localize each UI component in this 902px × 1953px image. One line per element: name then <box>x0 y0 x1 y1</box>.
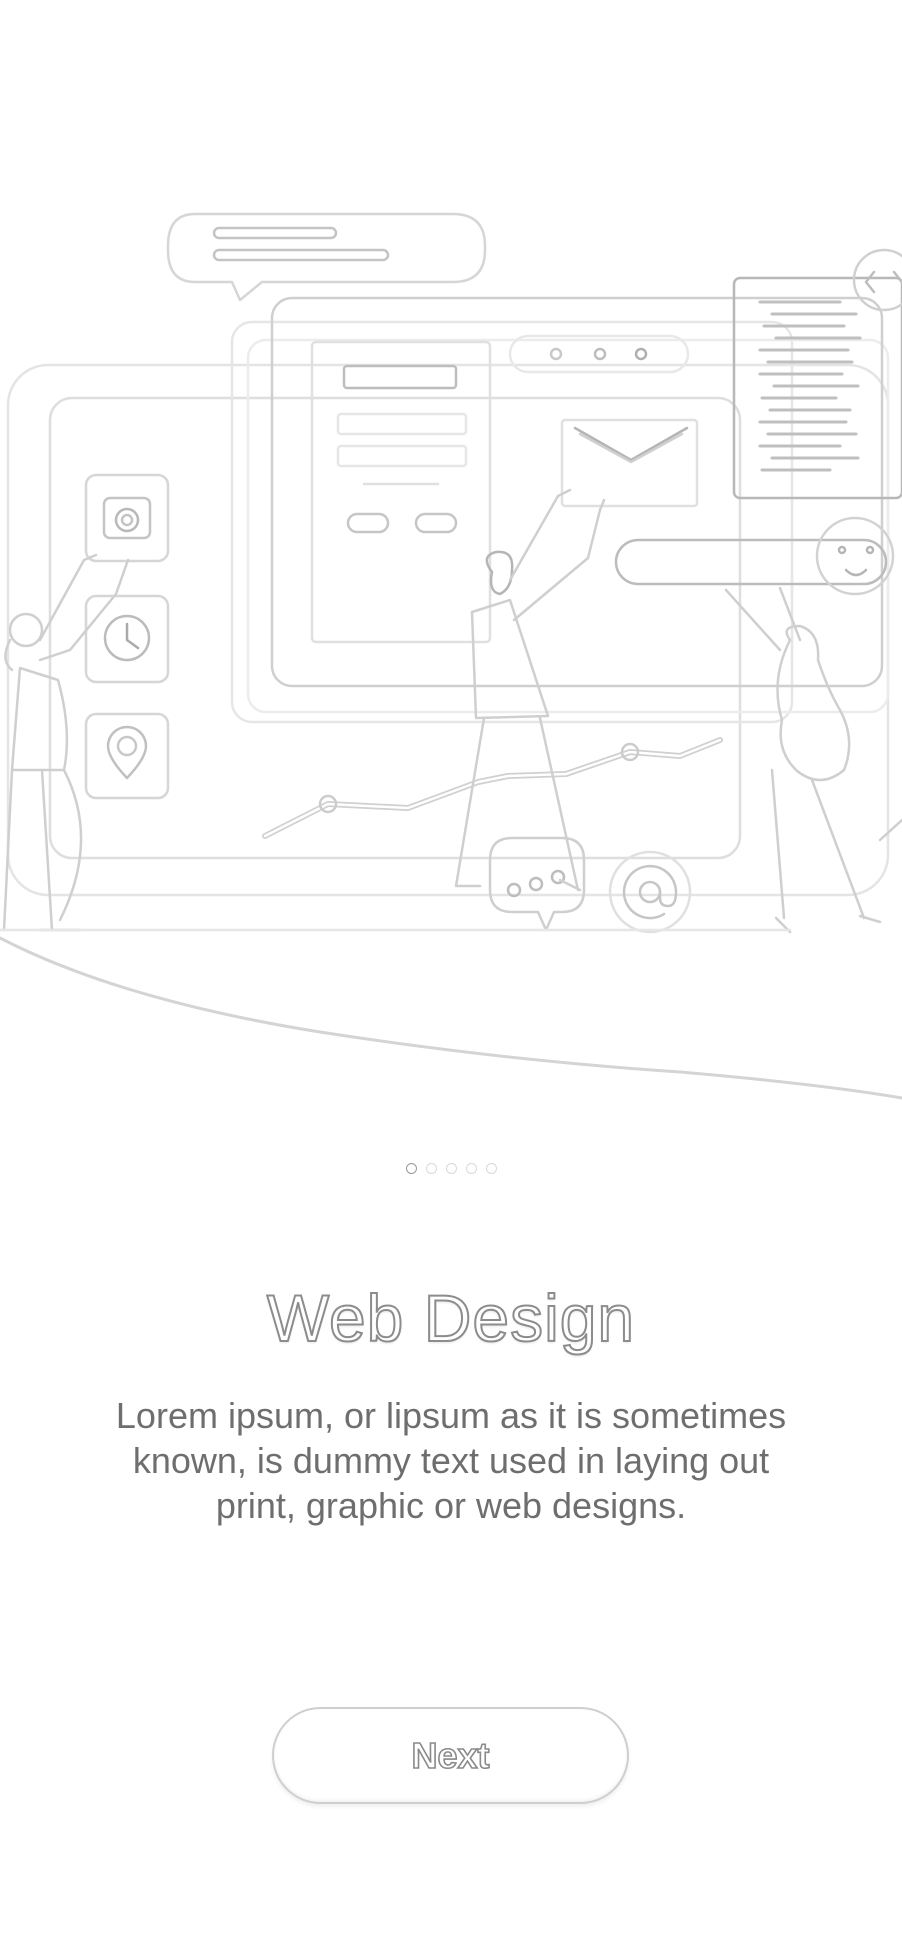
description-text: Lorem ipsum, or lipsum as it is sometime… <box>115 1395 787 1526</box>
chat-bubble-icon <box>166 212 487 302</box>
code-icon <box>732 248 902 500</box>
page-dot[interactable] <box>485 1163 497 1174</box>
next-button[interactable]: Next <box>272 1707 629 1804</box>
page-dot[interactable] <box>425 1163 437 1174</box>
page-title: Web Design <box>266 1280 636 1356</box>
camera-icon <box>84 473 170 563</box>
page-dot[interactable] <box>405 1163 417 1174</box>
onboarding-screen: Web Design Lorem ipsum, or lipsum as it … <box>0 0 902 1953</box>
hero-illustration <box>0 0 902 1120</box>
envelope-icon <box>560 418 699 508</box>
location-pin-icon <box>84 712 170 800</box>
at-sign-icon <box>608 850 692 934</box>
page-indicator <box>0 1163 902 1183</box>
page-dot[interactable] <box>445 1163 457 1174</box>
page-dot[interactable] <box>465 1163 477 1174</box>
clock-icon <box>84 594 170 684</box>
